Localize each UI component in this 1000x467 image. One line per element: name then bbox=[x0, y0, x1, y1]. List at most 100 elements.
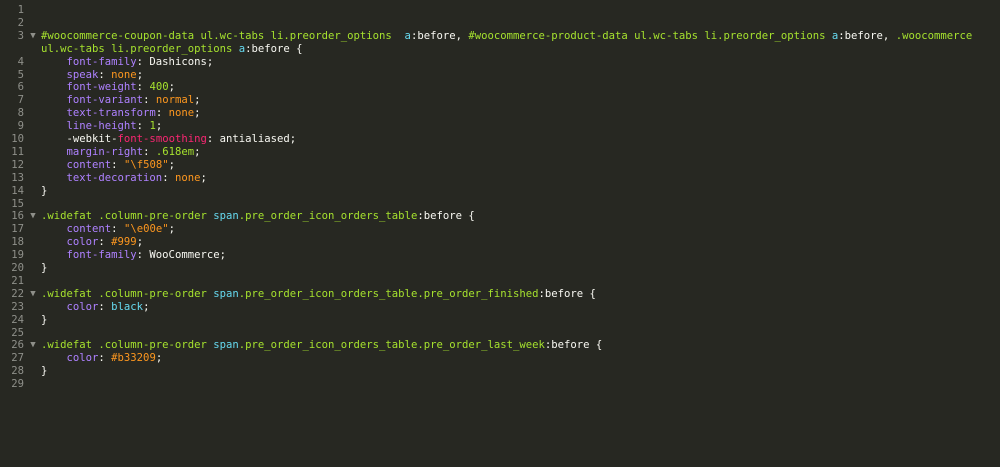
code-text[interactable]: ul.wc-tabs li.preorder_options a:before … bbox=[41, 43, 970, 56]
code-text[interactable]: line-height: 1; bbox=[41, 120, 970, 133]
code-text[interactable]: .widefat .column-pre-order span.pre_orde… bbox=[41, 339, 970, 352]
code-line[interactable]: 14} bbox=[0, 185, 1000, 198]
code-token: ; bbox=[155, 120, 163, 133]
code-line[interactable]: 9 line-height: 1; bbox=[0, 120, 1000, 133]
code-line[interactable]: ul.wc-tabs li.preorder_options a:before … bbox=[0, 43, 1000, 56]
code-line[interactable]: 4 font-family: Dashicons; bbox=[0, 56, 1000, 69]
code-text[interactable]: } bbox=[41, 185, 970, 198]
fold-toggle-icon[interactable]: ▼ bbox=[28, 30, 38, 43]
code-text[interactable]: } bbox=[41, 314, 970, 327]
code-text[interactable]: .widefat .column-pre-order span.pre_orde… bbox=[41, 210, 970, 223]
code-token: #999 bbox=[111, 236, 137, 249]
code-line[interactable]: 25 bbox=[0, 327, 1000, 340]
line-number: 26 bbox=[11, 339, 24, 352]
code-token: } bbox=[41, 262, 48, 274]
code-line[interactable]: 7 font-variant: normal; bbox=[0, 94, 1000, 107]
code-token: .pre_order_icon_orders_table bbox=[238, 210, 418, 223]
code-text[interactable]: margin-right: .618em; bbox=[41, 146, 970, 159]
line-number: 25 bbox=[11, 326, 24, 339]
code-token: 400 bbox=[149, 81, 169, 94]
code-line[interactable]: 28} bbox=[0, 365, 1000, 378]
code-token: speak bbox=[41, 68, 99, 81]
code-text[interactable]: -webkit-font-smoothing: antialiased; bbox=[41, 133, 970, 146]
code-line[interactable]: 6 font-weight: 400; bbox=[0, 81, 1000, 94]
code-token: content bbox=[41, 158, 112, 171]
code-token: ; bbox=[143, 300, 150, 313]
code-text[interactable]: text-transform: none; bbox=[41, 107, 970, 120]
code-token: : bbox=[98, 300, 112, 313]
code-token: .woocommerce bbox=[895, 29, 973, 42]
code-line[interactable]: 22 ▼ .widefat .column-pre-order span.pre_o… bbox=[0, 288, 1000, 301]
code-line[interactable]: 3 ▼ #woocommerce-coupon-data ul.wc-tabs li… bbox=[0, 30, 1000, 43]
code-token: none bbox=[168, 107, 195, 120]
code-line[interactable]: 20} bbox=[0, 262, 1000, 275]
code-line[interactable]: 24} bbox=[0, 314, 1000, 327]
code-token: .pre_order_icon_orders_table.pre_order_l… bbox=[238, 339, 545, 352]
code-line[interactable]: 11 margin-right: .618em; bbox=[0, 146, 1000, 159]
code-line[interactable]: 17 content: "\e00e"; bbox=[0, 223, 1000, 236]
code-token: font-weight bbox=[41, 81, 137, 94]
code-text[interactable]: font-weight: 400; bbox=[41, 81, 970, 94]
code-text[interactable]: color: black; bbox=[41, 301, 970, 314]
line-number: 16 bbox=[11, 210, 24, 223]
code-text[interactable]: speak: none; bbox=[41, 69, 970, 82]
fold-toggle-icon[interactable]: ▼ bbox=[28, 288, 38, 301]
code-text[interactable]: text-decoration: none; bbox=[41, 172, 970, 185]
code-text[interactable]: font-family: WooCommerce; bbox=[41, 249, 970, 262]
line-number: 19 bbox=[11, 249, 24, 262]
code-token: :before, bbox=[410, 29, 469, 42]
code-line[interactable]: 12 content: "\f508"; bbox=[0, 159, 1000, 172]
code-token: } bbox=[41, 313, 48, 326]
code-text[interactable]: .widefat .column-pre-order span.pre_orde… bbox=[41, 288, 970, 301]
code-text[interactable]: color: #999; bbox=[41, 236, 970, 249]
code-token: ul.wc-tabs li.preorder_options bbox=[41, 42, 239, 55]
line-number: 8 bbox=[17, 107, 24, 120]
code-line[interactable]: 16 ▼ .widefat .column-pre-order span.pre_o… bbox=[0, 210, 1000, 223]
code-line[interactable]: 18 color: #999; bbox=[0, 236, 1000, 249]
code-editor[interactable]: 1 2 3 ▼ #woocommerce-coupon-data ul.wc-tabs … bbox=[0, 0, 1000, 467]
code-token: : antialiased; bbox=[206, 133, 297, 145]
code-token: .pre_order_icon_orders_table.pre_order_f… bbox=[238, 287, 539, 300]
code-token: : WooCommerce; bbox=[136, 249, 226, 262]
code-token: : bbox=[98, 68, 112, 81]
code-token: font-family bbox=[41, 55, 137, 68]
code-text[interactable]: } bbox=[41, 365, 970, 378]
code-line[interactable]: 29 bbox=[0, 378, 1000, 391]
code-line[interactable]: 19 font-family: WooCommerce; bbox=[0, 249, 1000, 262]
code-text[interactable]: color: #b33209; bbox=[41, 352, 970, 365]
code-token: :before { bbox=[245, 42, 303, 55]
line-number: 5 bbox=[17, 68, 24, 81]
code-text[interactable]: font-family: Dashicons; bbox=[41, 56, 970, 69]
code-token: font-smoothing bbox=[117, 133, 207, 145]
code-line[interactable]: 1 bbox=[0, 4, 1000, 17]
code-line[interactable]: 5 speak: none; bbox=[0, 69, 1000, 82]
fold-toggle-icon[interactable]: ▼ bbox=[28, 210, 38, 223]
code-token: : bbox=[143, 94, 156, 107]
code-token: ; bbox=[168, 81, 175, 94]
code-token: ; bbox=[194, 94, 201, 107]
line-number: 3 bbox=[17, 29, 24, 42]
code-text[interactable]: content: "\f508"; bbox=[41, 159, 970, 172]
code-line[interactable]: 2 bbox=[0, 17, 1000, 30]
code-line[interactable]: 21 bbox=[0, 275, 1000, 288]
code-text[interactable]: #woocommerce-coupon-data ul.wc-tabs li.p… bbox=[41, 29, 973, 43]
code-text[interactable]: } bbox=[41, 262, 970, 275]
code-line[interactable]: 23 color: black; bbox=[0, 301, 1000, 314]
code-line[interactable]: 15 bbox=[0, 198, 1000, 211]
code-token: font-variant bbox=[41, 94, 144, 107]
code-token: : bbox=[143, 145, 156, 158]
code-line[interactable]: 13 text-decoration: none; bbox=[0, 172, 1000, 185]
code-line[interactable]: 27 color: #b33209; bbox=[0, 352, 1000, 365]
code-token: : bbox=[162, 171, 175, 184]
code-text[interactable]: font-variant: normal; bbox=[41, 94, 970, 107]
code-token: .widefat .column-pre-order bbox=[41, 210, 214, 223]
code-token: "\e00e" bbox=[123, 223, 169, 236]
fold-toggle-icon[interactable]: ▼ bbox=[28, 339, 38, 352]
code-token: } bbox=[41, 365, 48, 378]
code-text[interactable]: content: "\e00e"; bbox=[41, 223, 970, 236]
code-token: ; bbox=[194, 107, 201, 120]
code-line[interactable]: 26 ▼ .widefat .column-pre-order span.pre_o… bbox=[0, 339, 1000, 352]
code-line[interactable]: 8 text-transform: none; bbox=[0, 107, 1000, 120]
code-token: "\f508" bbox=[123, 158, 169, 171]
code-line[interactable]: 10 -webkit-font-smoothing: antialiased; bbox=[0, 133, 1000, 146]
